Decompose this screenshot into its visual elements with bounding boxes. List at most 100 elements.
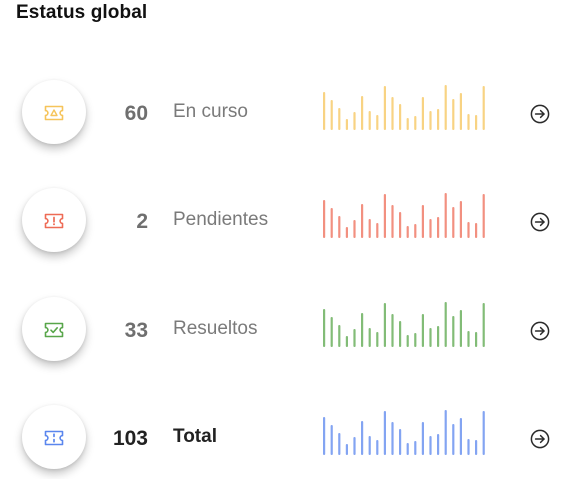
status-label: Pendientes xyxy=(173,209,269,230)
sparkline-bar xyxy=(391,97,394,130)
sparkline-bar xyxy=(353,220,356,238)
sparkline-bar xyxy=(376,332,379,347)
sparkline-bar xyxy=(368,328,371,347)
status-row-en-curso: 60 En curso xyxy=(0,74,583,154)
status-count: 60 xyxy=(124,102,148,125)
sparkline-bar xyxy=(353,329,356,347)
sparkline-bar xyxy=(414,224,417,238)
sparkline-bar xyxy=(437,326,440,347)
sparkline-bar xyxy=(353,437,356,455)
sparkline-bar xyxy=(437,434,440,455)
sparkline-bar xyxy=(338,216,341,238)
sparkline-bar xyxy=(421,314,424,347)
sparkline-bar xyxy=(368,219,371,238)
sparkline-bar xyxy=(452,99,455,130)
sparkline-bar xyxy=(361,421,364,455)
sparkline-bar xyxy=(383,411,386,455)
status-row-total: 103 Total xyxy=(0,399,583,479)
sparkline-bar xyxy=(475,115,478,130)
sparkline-bar xyxy=(467,114,470,130)
ticket-icon xyxy=(44,322,64,338)
sparkline-bar xyxy=(452,316,455,347)
sparkline-bar xyxy=(330,425,333,455)
sparkline-bar xyxy=(444,193,447,238)
sparkline-bar xyxy=(376,223,379,238)
sparkline-bar xyxy=(467,222,470,238)
status-label: Resueltos xyxy=(173,318,258,339)
sparkline-bar xyxy=(330,100,333,130)
sparkline-bar xyxy=(475,332,478,347)
sparkline-bar xyxy=(323,200,326,238)
arrow-right-circle-icon[interactable] xyxy=(530,429,550,449)
status-icon-badge xyxy=(22,188,86,252)
sparkline-bar xyxy=(383,86,386,130)
sparkline-bar xyxy=(383,303,386,347)
status-sparkline xyxy=(323,85,485,130)
status-count: 33 xyxy=(124,319,148,342)
sparkline-bar xyxy=(345,227,348,238)
sparkline-bar xyxy=(406,118,409,130)
ticket-icon xyxy=(44,213,64,229)
sparkline-bar xyxy=(338,108,341,130)
sparkline-bar xyxy=(391,314,394,347)
sparkline-bar xyxy=(338,325,341,347)
status-label: Total xyxy=(173,426,217,447)
sparkline-bar xyxy=(406,226,409,238)
sparkline-bar xyxy=(376,440,379,455)
sparkline-bar xyxy=(482,303,485,347)
sparkline-bar xyxy=(368,111,371,130)
sparkline-bar xyxy=(399,212,402,238)
sparkline-bar xyxy=(452,207,455,238)
sparkline-bar xyxy=(475,440,478,455)
status-count: 2 xyxy=(136,210,148,233)
sparkline-bar xyxy=(482,194,485,238)
sparkline-bar xyxy=(475,223,478,238)
sparkline-bar xyxy=(437,109,440,130)
sparkline-bar xyxy=(482,86,485,130)
sparkline-bar xyxy=(467,331,470,347)
status-sparkline xyxy=(323,193,485,238)
sparkline-bar xyxy=(383,194,386,238)
arrow-right-circle-icon[interactable] xyxy=(530,104,550,124)
sparkline-bar xyxy=(345,336,348,347)
sparkline-bar xyxy=(452,424,455,455)
arrow-right-circle-icon[interactable] xyxy=(530,321,550,341)
sparkline-bar xyxy=(459,201,462,238)
sparkline-bar xyxy=(482,411,485,455)
sparkline-bar xyxy=(459,418,462,455)
status-label: En curso xyxy=(173,101,248,122)
sparkline-bar xyxy=(399,429,402,455)
sparkline-bar xyxy=(330,317,333,347)
sparkline-bar xyxy=(459,310,462,347)
sparkline-bar xyxy=(437,217,440,238)
sparkline-bar xyxy=(421,205,424,238)
sparkline-bar xyxy=(361,204,364,238)
sparkline-bar xyxy=(345,444,348,455)
sparkline-bar xyxy=(459,93,462,130)
arrow-right-circle-icon[interactable] xyxy=(530,212,550,232)
ticket-icon xyxy=(44,105,64,121)
sparkline-bar xyxy=(421,422,424,455)
sparkline-bar xyxy=(323,92,326,130)
sparkline-bar xyxy=(353,112,356,130)
sparkline-bar xyxy=(444,302,447,347)
status-icon-badge xyxy=(22,297,86,361)
sparkline-bar xyxy=(406,335,409,347)
status-row-resueltos: 33 Resueltos xyxy=(0,291,583,371)
sparkline-bar xyxy=(414,116,417,130)
sparkline-bar xyxy=(391,422,394,455)
sparkline-bar xyxy=(361,313,364,347)
sparkline-bar xyxy=(467,439,470,455)
sparkline-bar xyxy=(391,205,394,238)
sparkline-bar xyxy=(421,97,424,130)
sparkline-bar xyxy=(429,111,432,130)
sparkline-bar xyxy=(323,309,326,347)
sparkline-bar xyxy=(429,328,432,347)
sparkline-bar xyxy=(345,119,348,130)
sparkline-bar xyxy=(361,96,364,130)
sparkline-bar xyxy=(368,436,371,455)
sparkline-bar xyxy=(429,436,432,455)
sparkline-bar xyxy=(429,219,432,238)
sparkline-bar xyxy=(444,85,447,130)
status-count: 103 xyxy=(112,427,148,450)
